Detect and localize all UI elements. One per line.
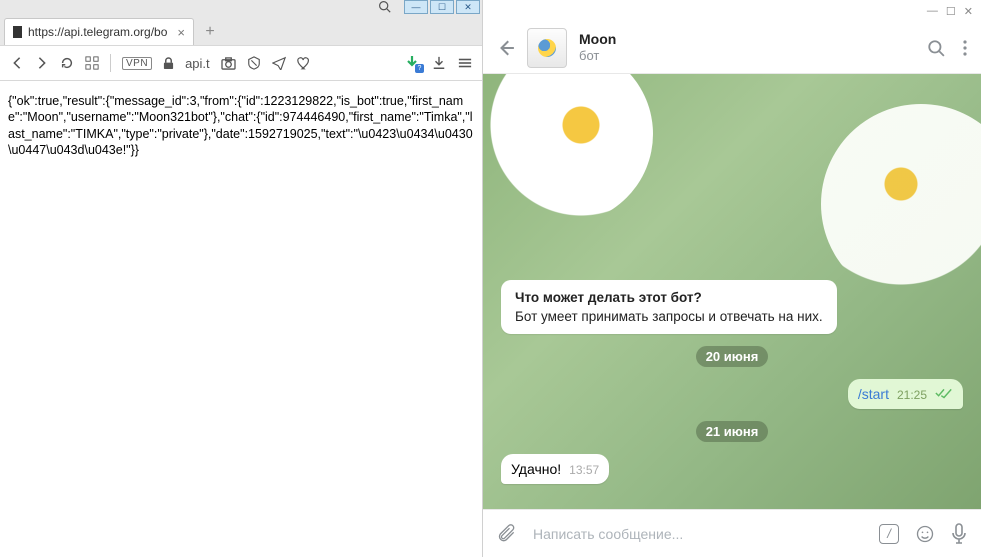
- message-text: /start: [858, 386, 889, 402]
- incoming-message[interactable]: Удачно! 13:57: [501, 454, 609, 484]
- adblock-icon[interactable]: [247, 56, 261, 70]
- outgoing-message[interactable]: /start 21:25: [848, 379, 963, 409]
- message-input[interactable]: [533, 526, 863, 542]
- speed-dial-icon[interactable]: [85, 56, 99, 70]
- downloads-icon[interactable]: [432, 56, 446, 70]
- new-tab-button[interactable]: +: [200, 23, 220, 45]
- page-body[interactable]: {"ok":true,"result":{"message_id":3,"fro…: [0, 81, 482, 557]
- message-time: 13:57: [569, 463, 599, 477]
- tg-minimize-button[interactable]: —: [927, 5, 938, 17]
- tg-maximize-button[interactable]: ☐: [946, 5, 956, 18]
- back-arrow-icon[interactable]: [497, 39, 515, 57]
- emoji-icon[interactable]: [915, 524, 935, 544]
- lock-icon[interactable]: [163, 57, 174, 70]
- search-icon[interactable]: [378, 0, 402, 14]
- response-json-text: {"ok":true,"result":{"message_id":3,"fro…: [8, 94, 473, 157]
- chat-name: Moon: [579, 31, 616, 48]
- attach-icon[interactable]: [497, 524, 517, 544]
- browser-titlebar: — ☐ ✕: [0, 0, 482, 14]
- bot-desc-text: Бот умеет принимать запросы и отвечать н…: [515, 309, 823, 324]
- message-text: Удачно!: [511, 461, 561, 477]
- commands-icon[interactable]: /: [879, 524, 899, 544]
- tab-strip: https://api.telegram.org/bo × +: [0, 14, 482, 45]
- chat-title-block[interactable]: Moon бот: [579, 31, 616, 63]
- extension-icon[interactable]: ?: [404, 55, 420, 71]
- window-close-button[interactable]: ✕: [456, 0, 480, 14]
- bot-desc-title: Что может делать этот бот?: [515, 290, 823, 305]
- toolbar-separator: [110, 54, 111, 72]
- header-search-icon[interactable]: [927, 39, 945, 57]
- chat-subtitle: бот: [579, 48, 616, 64]
- heart-icon[interactable]: [297, 57, 311, 70]
- message-time: 21:25: [897, 388, 927, 402]
- browser-toolbar: VPN api.t ?: [0, 45, 482, 81]
- bot-description-card: Что может делать этот бот? Бот умеет при…: [501, 280, 837, 334]
- telegram-titlebar: — ☐ ✕: [483, 0, 981, 22]
- date-separator: 21 июня: [696, 421, 769, 442]
- tab-title: https://api.telegram.org/bo: [28, 25, 167, 39]
- menu-icon[interactable]: [458, 57, 472, 69]
- vpn-badge[interactable]: VPN: [122, 57, 152, 70]
- message-input-bar: /: [483, 509, 981, 557]
- telegram-window: — ☐ ✕ Moon бот Что может делать этот бот…: [483, 0, 981, 557]
- chat-header: Moon бот: [483, 22, 981, 74]
- browser-tab[interactable]: https://api.telegram.org/bo ×: [4, 18, 194, 45]
- browser-window: — ☐ ✕ https://api.telegram.org/bo × + VP…: [0, 0, 483, 557]
- tg-close-button[interactable]: ✕: [964, 5, 973, 18]
- header-more-icon[interactable]: [963, 39, 967, 57]
- address-host[interactable]: api.t: [185, 56, 210, 71]
- reload-icon[interactable]: [60, 56, 74, 70]
- send-icon[interactable]: [272, 56, 286, 70]
- favicon-icon: [13, 26, 22, 38]
- snapshot-icon[interactable]: [221, 57, 236, 70]
- nav-back-icon[interactable]: [10, 56, 24, 70]
- chat-area: Что может делать этот бот? Бот умеет при…: [483, 74, 981, 509]
- extension-badge: ?: [415, 64, 424, 73]
- window-minimize-button[interactable]: —: [404, 0, 428, 14]
- nav-forward-icon[interactable]: [35, 56, 49, 70]
- window-maximize-button[interactable]: ☐: [430, 0, 454, 14]
- voice-icon[interactable]: [951, 523, 967, 545]
- bot-avatar[interactable]: [527, 28, 567, 68]
- read-checks-icon: [935, 387, 953, 399]
- tab-close-icon[interactable]: ×: [177, 25, 185, 40]
- date-separator: 20 июня: [696, 346, 769, 367]
